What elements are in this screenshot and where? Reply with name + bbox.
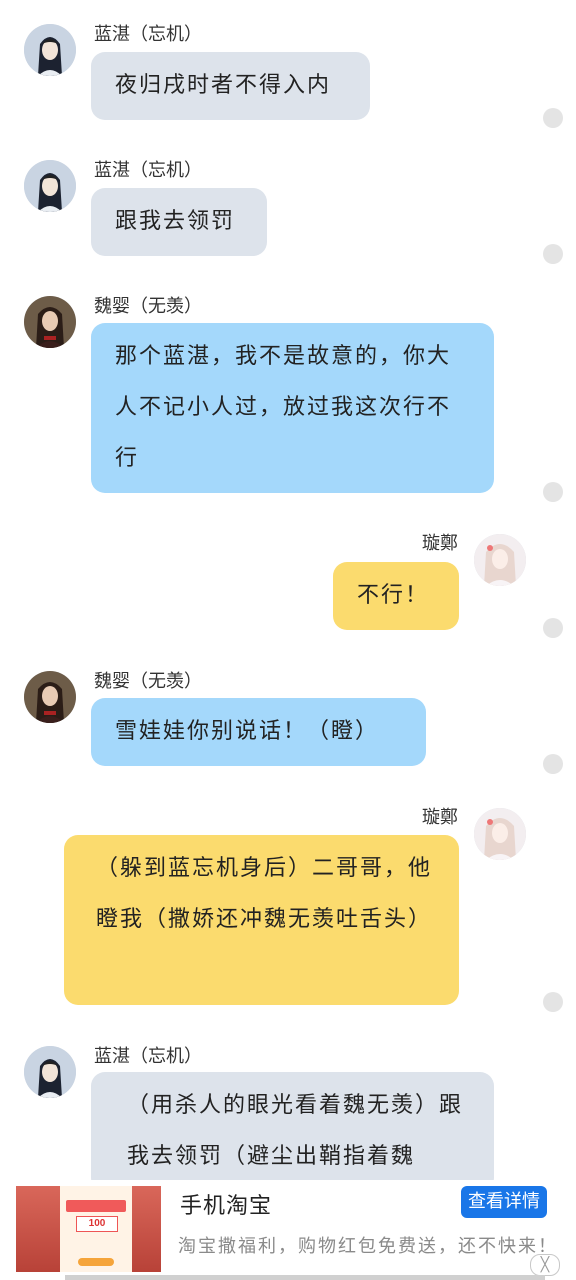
- avatar-wei-ying[interactable]: [24, 296, 76, 348]
- avatar-lan-zhan[interactable]: [24, 1046, 76, 1098]
- sender-name: 蓝湛（忘机）: [94, 1046, 202, 1067]
- message-bubble[interactable]: 雪娃娃你别说话！（瞪）: [91, 698, 426, 766]
- message-bubble[interactable]: 不行！: [333, 562, 459, 630]
- avatar-lan-zhan[interactable]: [24, 24, 76, 76]
- message-status-dot: [543, 618, 563, 638]
- avatar-self[interactable]: [474, 808, 526, 860]
- sender-name: 魏婴（无羡）: [94, 296, 202, 317]
- message-bubble[interactable]: 跟我去领罚: [91, 188, 267, 256]
- sender-name: 魏婴（无羡）: [94, 671, 202, 692]
- ad-banner[interactable]: 100 手机淘宝 淘宝撒福利，购物红包免费送，还不快来！ 查看详情 ╳: [0, 1180, 576, 1280]
- close-icon[interactable]: ╳: [530, 1254, 560, 1276]
- ad-image-amount: 100: [76, 1216, 118, 1232]
- ad-description: 淘宝撒福利，购物红包免费送，还不快来！: [178, 1236, 558, 1257]
- ad-bottom-bar: [65, 1275, 545, 1280]
- message-status-dot: [543, 108, 563, 128]
- sender-name: 璇鄭: [422, 533, 458, 554]
- message-bubble[interactable]: （用杀人的眼光看着魏无羡）跟我去领罚（避尘出鞘指着魏: [91, 1072, 494, 1192]
- message-status-dot: [543, 482, 563, 502]
- message-status-dot: [543, 244, 563, 264]
- ad-title[interactable]: 手机淘宝: [180, 1188, 272, 1220]
- message-bubble[interactable]: （躲到蓝忘机身后）二哥哥，他瞪我（撒娇还冲魏无羡吐舌头）: [64, 835, 459, 1005]
- message-bubble[interactable]: 夜归戌时者不得入内: [91, 52, 370, 120]
- message-status-dot: [543, 754, 563, 774]
- message-bubble[interactable]: 那个蓝湛，我不是故意的，你大人不记小人过，放过我这次行不行: [91, 323, 494, 493]
- ad-image[interactable]: 100: [16, 1186, 161, 1272]
- avatar-self[interactable]: [474, 534, 526, 586]
- avatar-lan-zhan[interactable]: [24, 160, 76, 212]
- sender-name: 蓝湛（忘机）: [94, 24, 202, 45]
- ad-details-button[interactable]: 查看详情: [461, 1186, 547, 1218]
- sender-name: 璇鄭: [422, 807, 458, 828]
- avatar-wei-ying[interactable]: [24, 671, 76, 723]
- sender-name: 蓝湛（忘机）: [94, 160, 202, 181]
- message-status-dot: [543, 992, 563, 1012]
